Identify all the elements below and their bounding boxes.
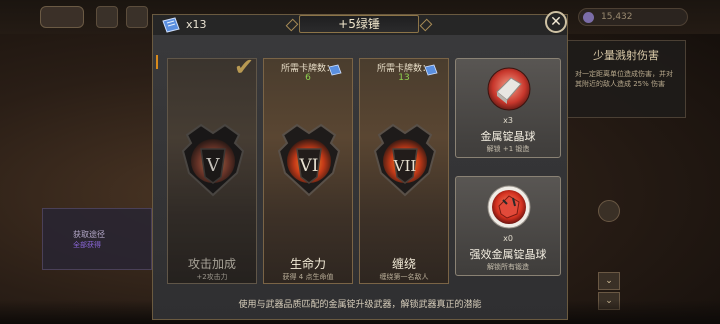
ingot-name: 强效金属锭晶球: [469, 248, 547, 261]
close-button[interactable]: ✕: [545, 11, 567, 33]
ingot-count: x0: [503, 234, 513, 243]
shield-emblem-icon: V: [181, 123, 245, 197]
upgrade-card-level-5[interactable]: ✔ V 攻击加成 +2攻击力: [167, 53, 257, 284]
menu-button[interactable]: [96, 6, 118, 28]
card-ticket-icon: [328, 64, 342, 76]
upgrade-card-level-7[interactable]: 所需卡牌数： 13 VII 缠绕 缠绕第一名敌人: [359, 58, 449, 284]
resource-counter: 15,432: [578, 8, 688, 26]
gem-icon: [583, 12, 594, 23]
modal-title: +5绿锤: [299, 15, 419, 33]
acquire-source-subtitle: 全部获得: [73, 241, 101, 249]
skill-info-panel: 少量溅射伤害 对一定距离单位造成伤害，并对其附近的敌人造成 25% 伤害: [566, 40, 686, 118]
level-numeral: VII: [393, 157, 417, 175]
footer-hint: 使用与武器品质匹配的金属锭升级武器，解锁武器真正的潜能: [238, 300, 482, 310]
chevron-down-icon[interactable]: ⌄: [598, 272, 620, 290]
card-ticket-icon: [162, 17, 180, 33]
ingot-desc: 解锁所有锻造: [487, 263, 529, 271]
level-numeral: V: [206, 155, 221, 176]
progress-marker: [156, 55, 158, 69]
silver-ingot-orb-icon: [487, 67, 531, 111]
upgrade-desc: +2攻击力: [196, 273, 228, 281]
skill-info-text: 对一定距离单位造成伤害，并对其附近的敌人造成 25% 伤害: [575, 70, 673, 88]
greater-ingot-orb-item[interactable]: x0 强效金属锭晶球 解锁所有锻造: [455, 176, 561, 276]
ingot-name: 金属锭晶球: [480, 130, 536, 143]
shield-emblem-icon: VI: [277, 123, 341, 197]
skill-info-title: 少量溅射伤害: [593, 49, 659, 62]
weapon-upgrade-modal: x13 +5绿锤 ✕ ✔ V 攻击加成 +2攻击力 所需卡牌数： 6 VI 生命…: [152, 11, 568, 320]
menu-button[interactable]: [126, 6, 148, 28]
ingot-count: x3: [503, 116, 513, 125]
upgrade-name: 生命力: [289, 257, 326, 271]
ingot-desc: 解锁 +1 锻造: [486, 145, 530, 153]
level-numeral: VI: [299, 156, 319, 176]
shield-emblem-icon: VII: [373, 123, 437, 197]
upgrade-name: 缠绕: [391, 257, 416, 271]
upgrade-desc: 缠绕第一名敌人: [379, 273, 429, 281]
red-ingot-orb-icon: [487, 185, 531, 229]
resource-value: 15,432: [601, 12, 633, 22]
back-button[interactable]: [40, 6, 84, 28]
upgrade-desc: 获得 4 点生命值: [282, 273, 334, 281]
upgrade-name: 攻击加成: [187, 257, 236, 271]
search-icon[interactable]: [598, 200, 620, 222]
acquire-source-box[interactable]: 获取途径 全部获得: [42, 208, 152, 270]
upgrade-card-level-6[interactable]: 所需卡牌数： 6 VI 生命力 获得 4 点生命值: [263, 58, 353, 284]
card-ticket-icon: [424, 64, 438, 76]
checkmark-icon: ✔: [234, 53, 255, 81]
acquire-source-title: 获取途径: [73, 230, 105, 239]
ticket-count: x13: [186, 18, 207, 31]
ingot-orb-item[interactable]: x3 金属锭晶球 解锁 +1 锻造: [455, 58, 561, 158]
